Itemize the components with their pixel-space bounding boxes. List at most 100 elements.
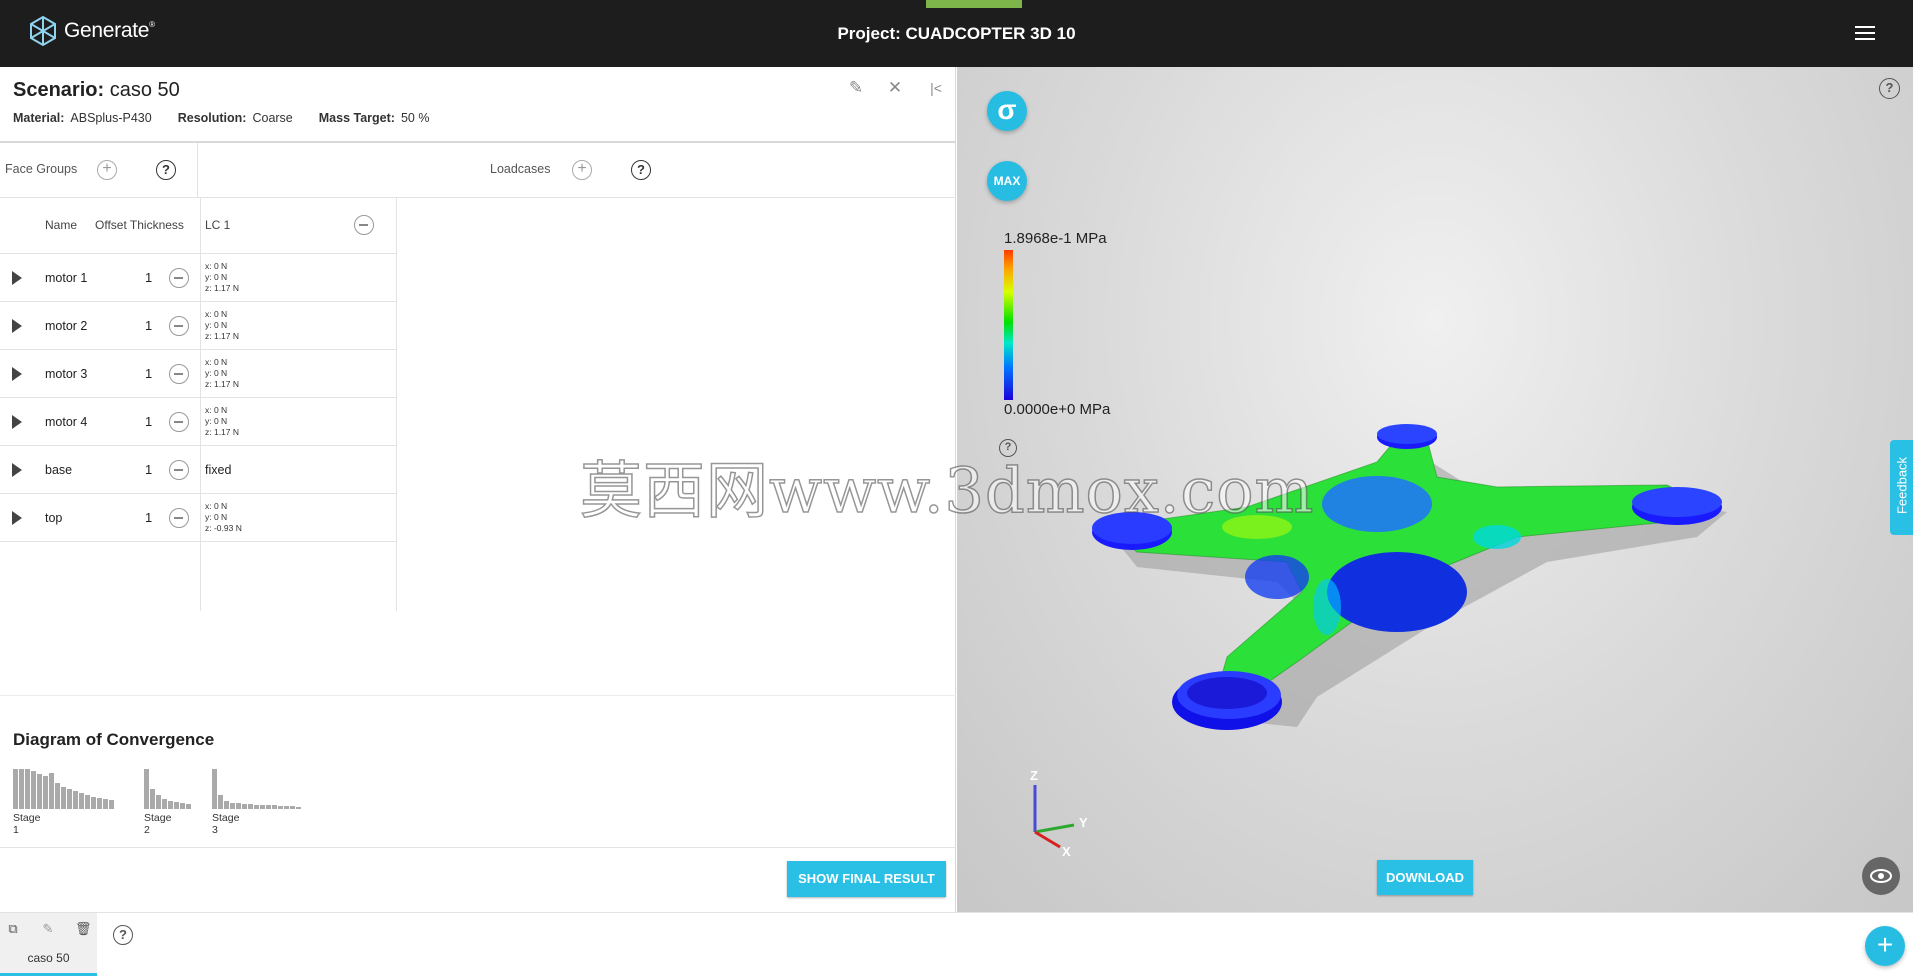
- feedback-tab[interactable]: Feedback: [1890, 440, 1913, 535]
- scenario-panel: Scenario: caso 50 Material: ABSplus-P430 …: [0, 67, 956, 912]
- expand-arrow-icon[interactable]: [12, 319, 22, 333]
- load-values: x: 0 Ny: 0 Nz: 1.17 N: [205, 405, 240, 437]
- column-loadcase-1: LC 1: [205, 218, 231, 232]
- convergence-bar: [242, 804, 247, 809]
- expand-arrow-icon[interactable]: [12, 511, 22, 525]
- convergence-bar: [73, 791, 78, 809]
- face-group-name: motor 3: [45, 367, 88, 381]
- convergence-bar: [13, 769, 18, 809]
- offset-value[interactable]: 1: [145, 318, 152, 333]
- expand-arrow-icon[interactable]: [12, 367, 22, 381]
- convergence-bar: [85, 795, 90, 809]
- face-group-name: motor 2: [45, 319, 88, 333]
- active-indicator: [926, 0, 1022, 8]
- remove-loadcase-icon[interactable]: [354, 215, 374, 235]
- tabs-help-icon[interactable]: ?: [113, 925, 133, 945]
- add-scenario-plus-icon[interactable]: +: [1865, 926, 1905, 966]
- hamburger-menu-icon[interactable]: [1852, 22, 1878, 44]
- load-values: x: 0 Ny: 0 Nz: 1.17 N: [205, 309, 240, 341]
- close-icon[interactable]: ✕: [884, 77, 906, 99]
- convergence-bar: [55, 783, 60, 809]
- remove-row-icon[interactable]: [169, 460, 189, 480]
- delete-trash-icon[interactable]: 🗑: [75, 921, 92, 937]
- offset-value[interactable]: 1: [145, 462, 152, 477]
- stage-label: Stage 1: [13, 812, 41, 836]
- convergence-bar: [224, 801, 229, 809]
- expand-arrow-icon[interactable]: [12, 463, 22, 477]
- convergence-bar: [266, 805, 271, 809]
- convergence-stage-3: [212, 766, 302, 809]
- expand-arrow-icon[interactable]: [12, 271, 22, 285]
- convergence-bar: [174, 802, 179, 809]
- download-button[interactable]: DOWNLOAD: [1377, 860, 1473, 895]
- convergence-bar: [150, 789, 155, 809]
- remove-row-icon[interactable]: [169, 268, 189, 288]
- stress-color-scale: [1004, 250, 1013, 400]
- face-groups-help-icon[interactable]: ?: [156, 160, 176, 180]
- convergence-bar: [19, 769, 24, 809]
- convergence-bar: [103, 799, 108, 809]
- edit-pencil-icon[interactable]: ✎: [40, 921, 56, 937]
- stage-label: Stage 3: [212, 812, 240, 836]
- convergence-bar: [43, 776, 48, 809]
- convergence-bar: [278, 806, 283, 809]
- fixed-constraint: fixed: [205, 463, 232, 477]
- add-loadcase-icon[interactable]: +: [572, 160, 592, 180]
- edit-pencil-icon[interactable]: ✎: [845, 77, 867, 99]
- scenario-tab[interactable]: ⧉ ✎ 🗑 caso 50: [0, 913, 97, 976]
- table-row[interactable]: top 1 x: 0 Ny: 0 Nz: -0.93 N: [0, 494, 397, 542]
- face-groups-label: Face Groups: [5, 162, 78, 176]
- convergence-bar: [296, 807, 301, 809]
- convergence-bar: [61, 787, 66, 809]
- top-bar: Generate ® Project: CUADCOPTER 3D 10: [0, 0, 1913, 67]
- convergence-bar: [31, 771, 36, 809]
- face-group-name: motor 4: [45, 415, 88, 429]
- table-row[interactable]: motor 3 1 x: 0 Ny: 0 Nz: 1.17 N: [0, 350, 397, 398]
- convergence-bar: [212, 769, 217, 809]
- convergence-bar: [79, 793, 84, 809]
- loadcases-help-icon[interactable]: ?: [631, 160, 651, 180]
- stage-label: Stage 2: [144, 812, 172, 836]
- convergence-bar: [284, 806, 289, 809]
- scenario-meta: Material: ABSplus-P430 Resolution: Coarse …: [13, 111, 429, 125]
- table-row[interactable]: motor 2 1 x: 0 Ny: 0 Nz: 1.17 N: [0, 302, 397, 350]
- remove-row-icon[interactable]: [169, 364, 189, 384]
- model-viewer[interactable]: σ MAX ? 1.8968e-1 MPa 0.0000e+0 MPa ? Z: [957, 67, 1913, 912]
- viewer-help-icon[interactable]: ?: [1879, 78, 1900, 99]
- copy-icon[interactable]: ⧉: [5, 921, 21, 937]
- convergence-bar: [186, 804, 191, 809]
- add-face-group-icon[interactable]: +: [97, 160, 117, 180]
- visibility-eye-icon[interactable]: [1862, 857, 1900, 895]
- project-title: Project: CUADCOPTER 3D 10: [837, 24, 1076, 43]
- collapse-panel-icon[interactable]: |<: [925, 77, 947, 99]
- expand-arrow-icon[interactable]: [12, 415, 22, 429]
- convergence-bar: [168, 801, 173, 809]
- convergence-bar: [109, 800, 114, 809]
- remove-row-icon[interactable]: [169, 508, 189, 528]
- convergence-bar: [144, 769, 149, 809]
- load-values: x: 0 Ny: 0 Nz: 1.17 N: [205, 261, 240, 293]
- stress-sigma-button[interactable]: σ: [987, 91, 1027, 131]
- legend-max-value: 1.8968e-1 MPa: [1004, 230, 1107, 247]
- convergence-bar: [254, 805, 259, 809]
- axis-x-label: X: [1062, 844, 1071, 857]
- offset-value[interactable]: 1: [145, 366, 152, 381]
- table-row[interactable]: base 1 fixed: [0, 446, 397, 494]
- offset-value[interactable]: 1: [145, 510, 152, 525]
- show-final-result-button[interactable]: SHOW FINAL RESULT: [787, 861, 946, 897]
- offset-value[interactable]: 1: [145, 270, 152, 285]
- table-row[interactable]: motor 1 1 x: 0 Ny: 0 Nz: 1.17 N: [0, 254, 397, 302]
- remove-row-icon[interactable]: [169, 316, 189, 336]
- legend-help-icon[interactable]: ?: [999, 439, 1017, 457]
- mass-target-info: Mass Target: 50 %: [318, 111, 430, 125]
- convergence-stage-1: [13, 766, 115, 809]
- convergence-bar: [272, 805, 277, 809]
- scenario-title-prefix: Scenario:: [13, 79, 105, 101]
- resolution-info: Resolution: Coarse: [177, 111, 293, 125]
- offset-value[interactable]: 1: [145, 414, 152, 429]
- remove-row-icon[interactable]: [169, 412, 189, 432]
- convergence-bar: [97, 798, 102, 809]
- max-button[interactable]: MAX: [987, 161, 1027, 201]
- table-row[interactable]: motor 4 1 x: 0 Ny: 0 Nz: 1.17 N: [0, 398, 397, 446]
- convergence-bar: [230, 803, 235, 809]
